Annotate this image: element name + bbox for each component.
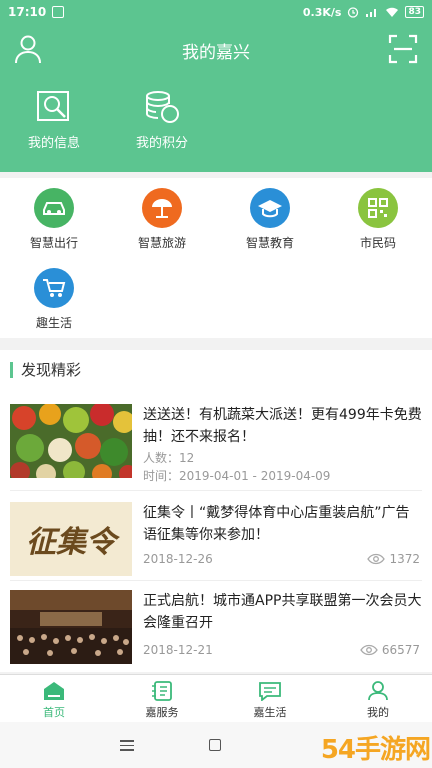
scan-icon[interactable] [388,34,418,64]
views-count: 66577 [381,643,420,657]
beach-umbrella-icon [142,188,182,228]
my-points-label: 我的积分 [135,136,188,151]
tab-home[interactable]: 首页 [0,681,108,720]
section-title: 发现精彩 [10,362,81,378]
tab-label: 我的 [367,706,389,719]
my-points-button[interactable]: 我的积分 [117,90,207,151]
services-grid: 智慧出行 智慧旅游 智慧教育 市民码 趣生活 [0,178,432,338]
divider [10,490,422,491]
tab-label: 嘉生活 [253,706,287,719]
page-title: 我的嘉兴 [182,43,250,63]
article-title: 送送送！有机蔬菜大派送！更有499年卡免费抽！还不来报名！ [143,407,422,445]
car-icon [34,188,74,228]
service-label: 智慧旅游 [137,236,186,250]
coins-icon [146,91,179,123]
service-smart-travel[interactable]: 智慧出行 [0,188,108,251]
conference-image [10,590,132,664]
notification-icon [52,6,65,18]
article-views: 66577 [360,643,420,657]
alarm-icon [348,7,359,18]
shopping-cart-icon [34,268,74,308]
discover-section: 发现精彩 送送送！有机蔬菜大派送！更有499年卡免费抽！还不来报名！ 人数：12… [0,350,432,672]
article-date: 2018-12-26 [143,552,213,566]
divider [10,580,422,581]
article-title: 征集令丨“戴梦得体育中心店重装启航”广告语征集等你来参加！ [143,505,410,543]
article-people: 人数：12 [143,451,195,465]
article-time: 时间：2019-04-01 - 2019-04-09 [143,469,331,483]
profile-icon [368,681,388,701]
article-views: 1372 [367,552,420,566]
qr-code-icon [358,188,398,228]
article-item[interactable]: 正式启航！城市通APP共享联盟第一次会员大会隆重召开 2018-12-21 66… [0,590,432,676]
graduation-cap-icon [250,188,290,228]
article-item[interactable]: 送送送！有机蔬菜大派送！更有499年卡免费抽！还不来报名！ 人数：12 时间：2… [0,404,432,490]
my-info-label: 我的信息 [27,136,80,151]
tab-label: 首页 [43,706,65,719]
views-count: 1372 [389,552,420,566]
search-document-icon [37,91,69,121]
status-time: 17:10 [8,5,47,19]
article-thumbnail: 征集令 [10,502,132,576]
service-label: 智慧出行 [29,236,78,250]
status-bar: 17:10 0.3K/s 83 [0,0,432,24]
article-date: 2018-12-21 [143,643,213,657]
tab-label: 嘉服务 [145,706,179,719]
home-icon [44,682,64,700]
my-info-button[interactable]: 我的信息 [9,90,99,151]
menu-icon[interactable] [120,740,134,754]
service-smart-tourism[interactable]: 智慧旅游 [108,188,216,251]
thumb-calligraphy: 征集令 [26,525,116,560]
vegetables-image [10,404,132,478]
home-square-icon[interactable] [209,739,221,751]
tab-life[interactable]: 嘉生活 [216,681,324,720]
status-right: 0.3K/s 83 [303,6,424,19]
service-smart-education[interactable]: 智慧教育 [216,188,324,251]
service-label: 市民码 [359,236,396,250]
article-item[interactable]: 征集令 征集令丨“戴梦得体育中心店重装启航”广告语征集等你来参加！ 2018-1… [0,502,432,588]
eye-icon [360,644,378,656]
header: 我的嘉兴 我的信息 我的积分 [0,24,432,172]
service-label: 智慧教育 [245,236,294,250]
chat-icon [259,682,281,701]
tab-services[interactable]: 嘉服务 [108,681,216,720]
service-citizen-code[interactable]: 市民码 [324,188,432,251]
service-fun-life[interactable]: 趣生活 [0,268,108,331]
eye-icon [367,553,386,565]
article-title: 正式启航！城市通APP共享联盟第一次会员大会隆重召开 [143,593,422,631]
wifi-icon [386,7,399,17]
service-list-icon [152,681,172,701]
bottom-tab-bar: 首页 嘉服务 嘉生活 我的 [0,674,432,722]
battery-icon: 83 [405,6,424,18]
service-label: 趣生活 [35,316,72,330]
signal-icon [366,9,377,17]
tab-mine[interactable]: 我的 [324,681,432,720]
network-speed: 0.3K/s [302,5,342,19]
watermark: 54手游网 [320,735,431,765]
